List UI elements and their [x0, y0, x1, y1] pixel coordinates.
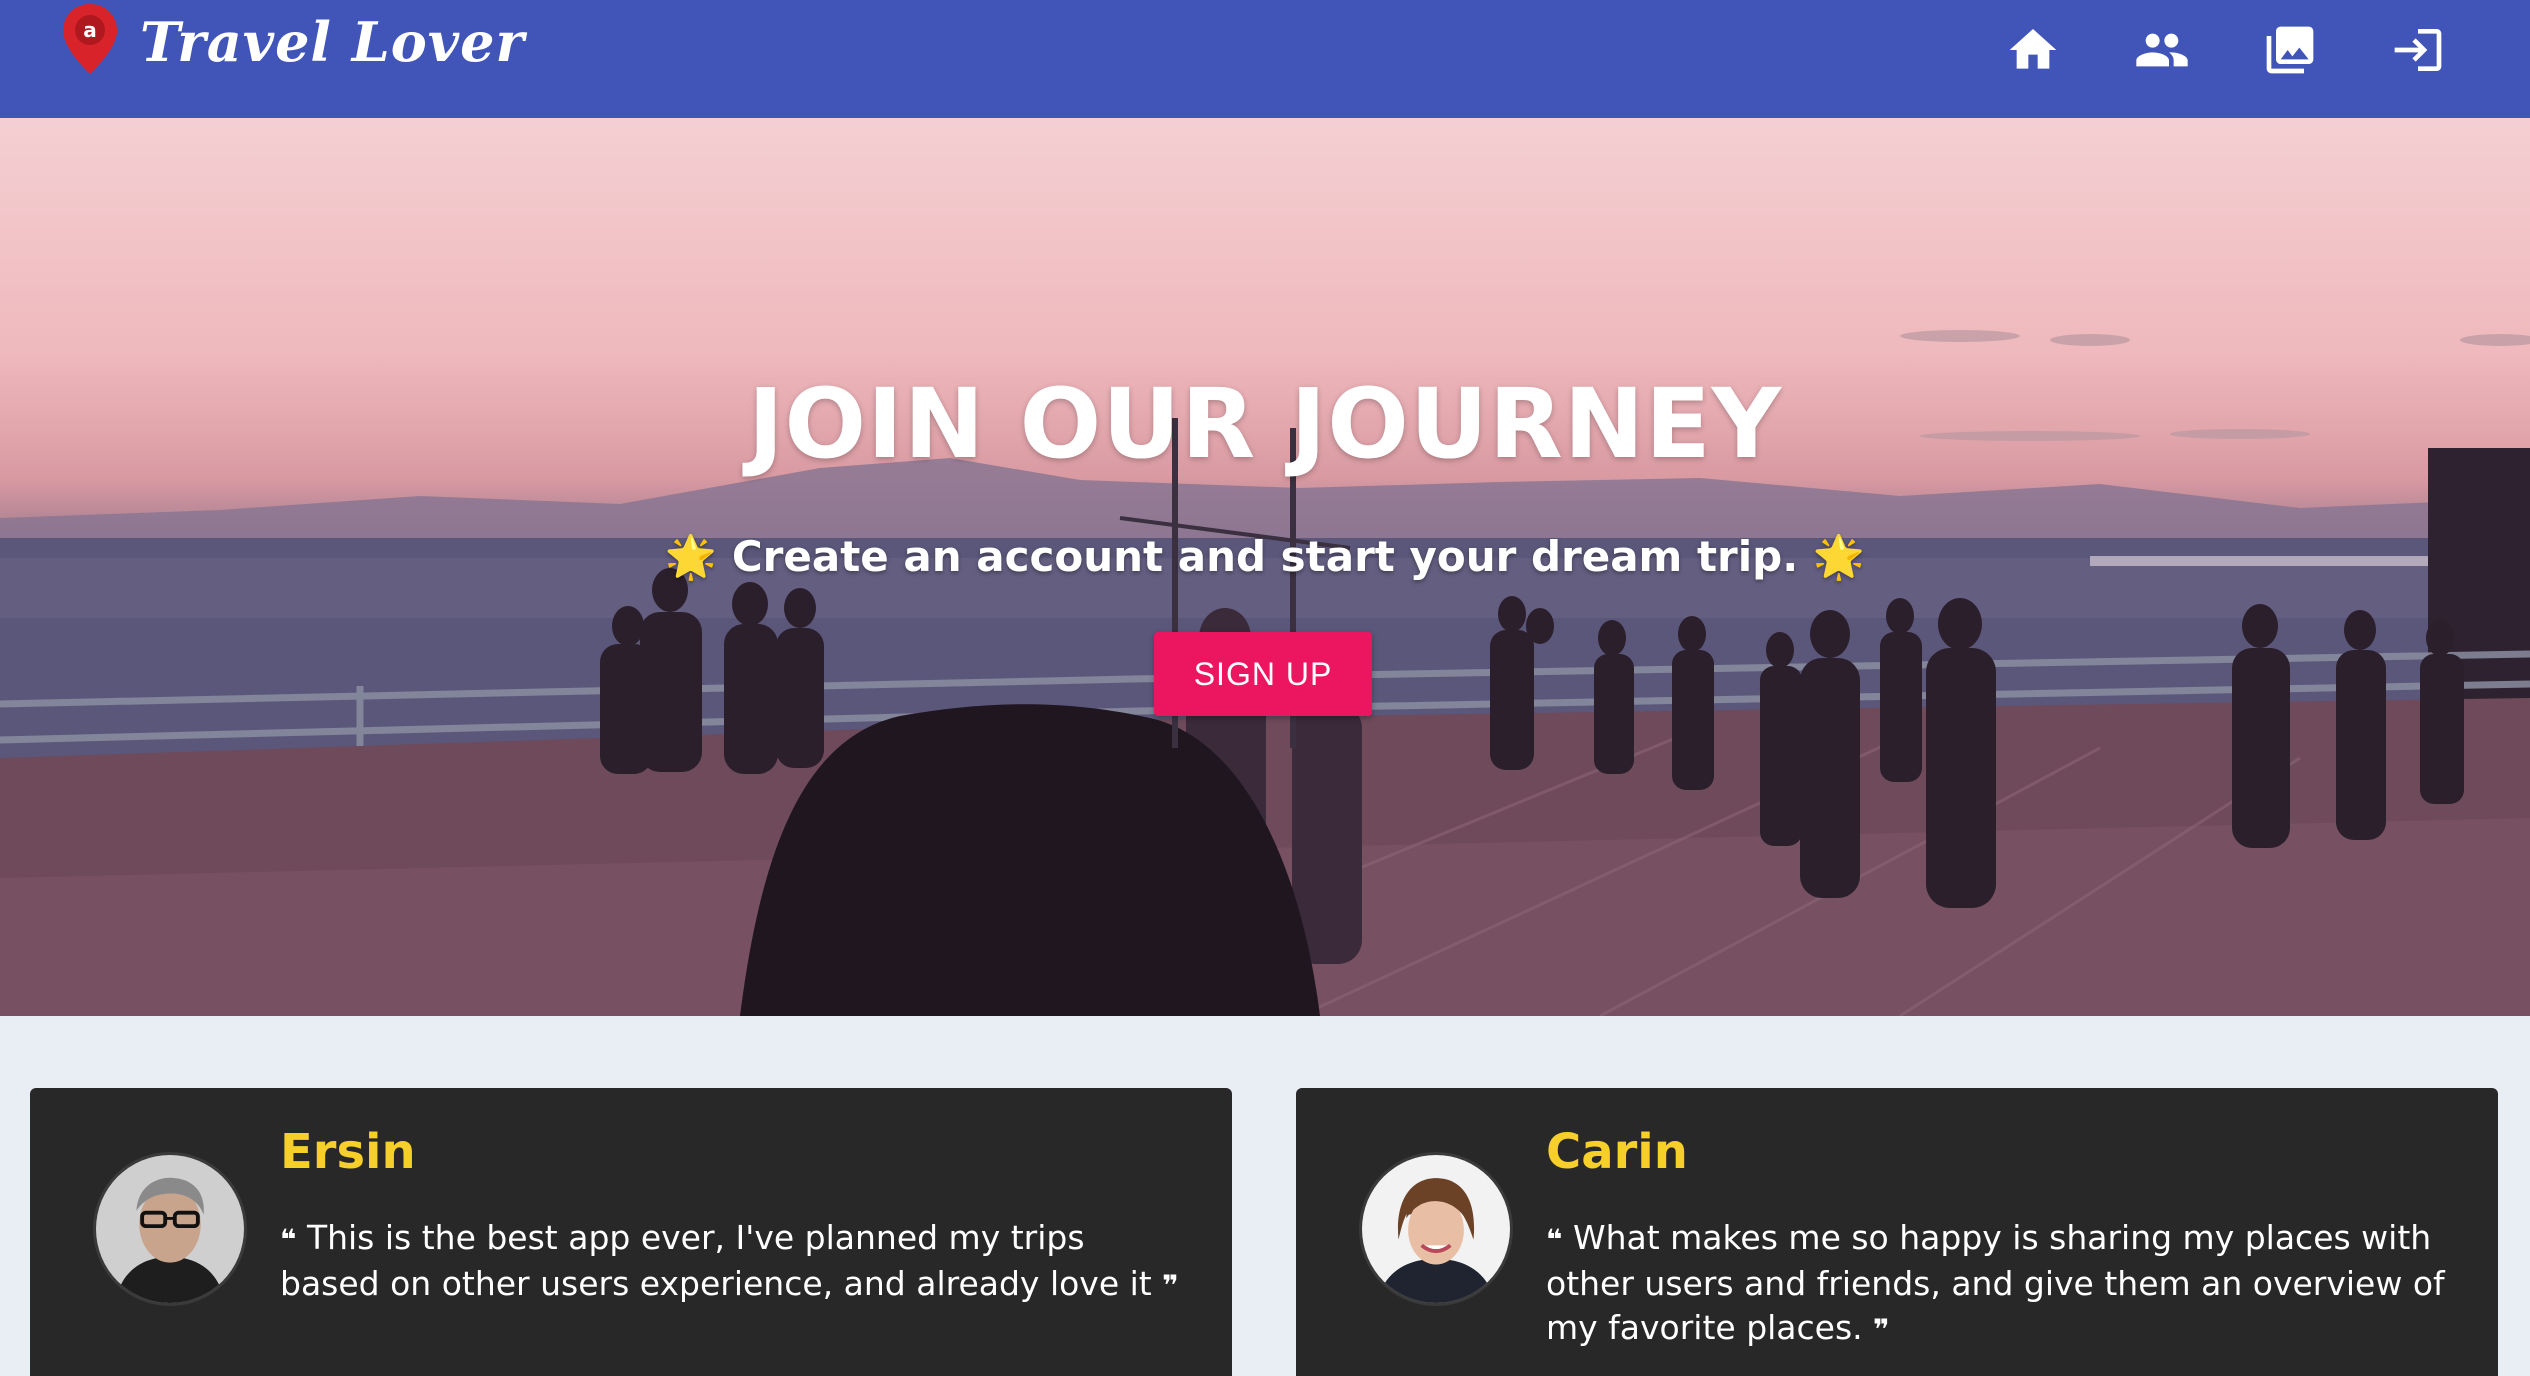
hero-subtitle-text: Create an account and start your dream t… [731, 532, 1799, 581]
testimonial-card: Ersin ❝ This is the best app ever, I've … [30, 1088, 1232, 1376]
star-icon: 🌟 [664, 532, 718, 581]
people-icon[interactable] [2134, 22, 2190, 78]
home-icon[interactable] [2005, 22, 2061, 78]
testimonial-quote-text: This is the best app ever, I've planned … [280, 1218, 1152, 1303]
login-icon[interactable] [2390, 22, 2446, 78]
map-pin-logo-icon[interactable]: a [60, 2, 120, 76]
open-quote-icon: ❝ [1546, 1223, 1563, 1256]
testimonial-name: Carin [1546, 1124, 1688, 1180]
close-quote-icon: ❞ [1873, 1313, 1890, 1346]
avatar [1359, 1152, 1513, 1306]
avatar [93, 1152, 247, 1306]
sign-up-button[interactable]: SIGN UP [1154, 632, 1372, 716]
hero-subtitle: 🌟 Create an account and start your dream… [0, 532, 2530, 582]
top-navbar: a Travel Lover [0, 0, 2530, 118]
svg-text:a: a [83, 18, 97, 42]
close-quote-icon: ❞ [1162, 1269, 1179, 1302]
testimonial-quote: ❝ What makes me so happy is sharing my p… [1546, 1216, 2446, 1352]
gallery-icon[interactable] [2262, 22, 2318, 78]
open-quote-icon: ❝ [280, 1223, 297, 1256]
testimonial-card: Carin ❝ What makes me so happy is sharin… [1296, 1088, 2498, 1376]
testimonial-name: Ersin [280, 1124, 416, 1180]
hero-title: JOIN OUR JOURNEY [747, 368, 1783, 480]
testimonial-quote: ❝ This is the best app ever, I've planne… [280, 1216, 1180, 1308]
brand-name[interactable]: Travel Lover [140, 10, 525, 74]
star-icon: 🌟 [1812, 532, 1866, 581]
hero-section: JOIN OUR JOURNEY 🌟 Create an account and… [0, 118, 2530, 1016]
testimonial-quote-text: What makes me so happy is sharing my pla… [1546, 1218, 2445, 1347]
